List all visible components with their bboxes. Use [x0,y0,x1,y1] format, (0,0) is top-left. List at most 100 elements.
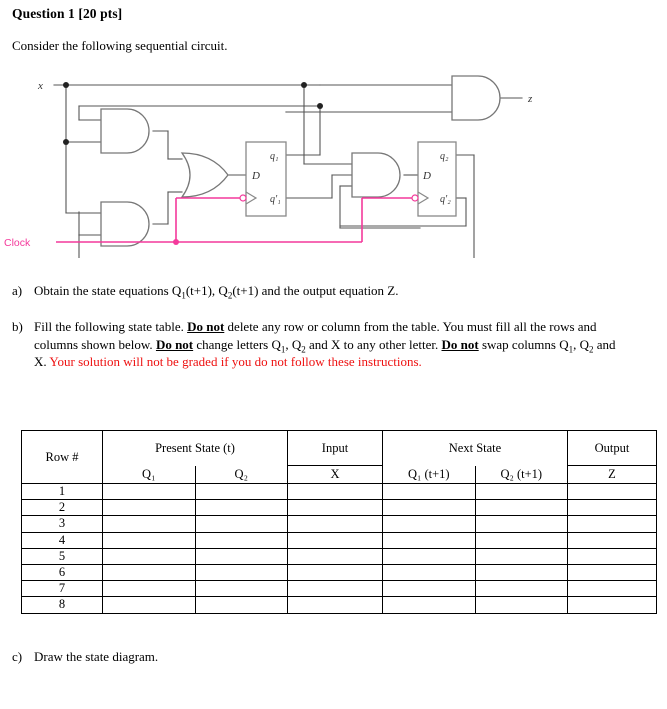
cell-q1-next[interactable] [382,580,476,598]
warning-text: Your solution will not be graded if you … [49,354,422,369]
cell-row-number: 8 [21,596,103,614]
cell-q1-next[interactable] [382,531,476,549]
cell-x[interactable] [287,515,383,533]
table-row: 5 [21,547,657,566]
cell-row-number: 2 [21,499,103,517]
header-q2-next: Q₂ (t+1) [474,465,568,484]
cell-q1[interactable] [102,580,196,598]
cell-q1-next[interactable] [382,482,476,501]
clock-junction-dot [173,239,179,245]
cell-q2-next[interactable] [474,547,568,566]
cell-q2-next[interactable] [474,482,568,501]
cell-q2[interactable] [194,564,288,582]
ff2-q-label: q₂ [440,151,449,162]
cell-q1[interactable] [102,531,196,549]
cell-row-number: 5 [21,547,103,566]
state-table-head: Row # Present State (t) Input Next State… [21,430,657,484]
ff1-d-label: D [251,170,260,182]
table-header-row-1: Row # Present State (t) Input Next State… [21,430,657,484]
part-b-text: Fill the following state table. Do not d… [34,319,616,369]
part-b-marker: b) [12,319,23,334]
ff1-qbar-label: q′₁ [270,194,281,205]
header-x: X [287,465,383,484]
cell-q1-next[interactable] [382,547,476,566]
cell-z[interactable] [567,499,657,517]
state-table-body: 12345678 [21,482,657,614]
table-row: 3 [21,515,657,533]
cell-q1[interactable] [102,499,196,517]
cell-q1[interactable] [102,547,196,566]
cell-z[interactable] [567,547,657,566]
junction-dot [317,103,323,109]
or-gate-1 [181,152,229,198]
cell-q2[interactable] [194,580,288,598]
and-gate-1 [100,108,150,154]
cell-row-number: 7 [21,580,103,598]
do-not-emphasis: Do not [155,336,194,352]
cell-q2-next[interactable] [474,596,568,614]
cell-z[interactable] [567,515,657,533]
cell-z[interactable] [567,564,657,582]
cell-q2[interactable] [194,547,288,566]
cell-q2-next[interactable] [474,580,568,598]
header-next-state: Next State [382,430,568,466]
cell-q2[interactable] [194,596,288,614]
cell-z[interactable] [567,531,657,549]
cell-x[interactable] [287,580,383,598]
cell-q1[interactable] [102,564,196,582]
junction-dot [63,82,69,88]
cell-q2-next[interactable] [474,515,568,533]
part-a-marker: a) [12,283,23,298]
table-row: 4 [21,531,657,549]
cell-q1-next[interactable] [382,499,476,517]
do-not-emphasis: Do not [441,336,479,352]
cell-q1[interactable] [102,515,196,533]
flip-flop-1: D q₁ q′₁ [239,141,287,217]
sequential-circuit-diagram: D q₁ q′₁ D q₂ q′₂ x z Clock [0,68,560,258]
cell-q2[interactable] [194,515,288,533]
exam-page: Question 1 [20 pts] Consider the followi… [0,0,667,709]
header-q2: Q₂ [194,465,288,484]
do-not-emphasis: Do not [187,319,225,334]
header-output-group: Output [567,430,657,466]
and-gate-3 [351,152,401,198]
part-c-text: Draw the state diagram. [34,649,159,664]
cell-q1-next[interactable] [382,515,476,533]
cell-q1[interactable] [102,596,196,614]
cell-q1-next[interactable] [382,596,476,614]
cell-q2-next[interactable] [474,564,568,582]
junction-dot [63,139,69,145]
header-present-state: Present State (t) [102,430,288,466]
cell-q2[interactable] [194,531,288,549]
cell-q2[interactable] [194,499,288,517]
cell-q1[interactable] [102,482,196,501]
cell-q2-next[interactable] [474,499,568,517]
circuit-output-label: z [527,93,533,105]
junction-dot [301,82,307,88]
cell-x[interactable] [287,531,383,549]
cell-q2[interactable] [194,482,288,501]
cell-x[interactable] [287,596,383,614]
cell-x[interactable] [287,547,383,566]
and-gate-2 [100,201,150,247]
table-row: 8 [21,596,657,614]
header-input-group: Input [287,430,383,466]
cell-row-number: 4 [21,531,103,549]
ff1-q-label: q₁ [270,151,278,162]
state-table: Row # Present State (t) Input Next State… [21,430,657,614]
cell-q2-next[interactable] [474,531,568,549]
table-row: 2 [21,499,657,517]
table-row: 6 [21,564,657,582]
cell-z[interactable] [567,482,657,501]
part-a-text: Obtain the state equations Q1(t+1), Q2(t… [34,283,399,301]
cell-x[interactable] [287,482,383,501]
cell-q1-next[interactable] [382,564,476,582]
header-q1-next: Q₁ (t+1) [382,465,476,484]
cell-z[interactable] [567,596,657,614]
cell-row-number: 1 [21,482,103,501]
cell-x[interactable] [287,564,383,582]
cell-z[interactable] [567,580,657,598]
cell-x[interactable] [287,499,383,517]
header-row-number: Row # [21,430,103,484]
flip-flop-2: D q₂ q′₂ [411,141,457,217]
